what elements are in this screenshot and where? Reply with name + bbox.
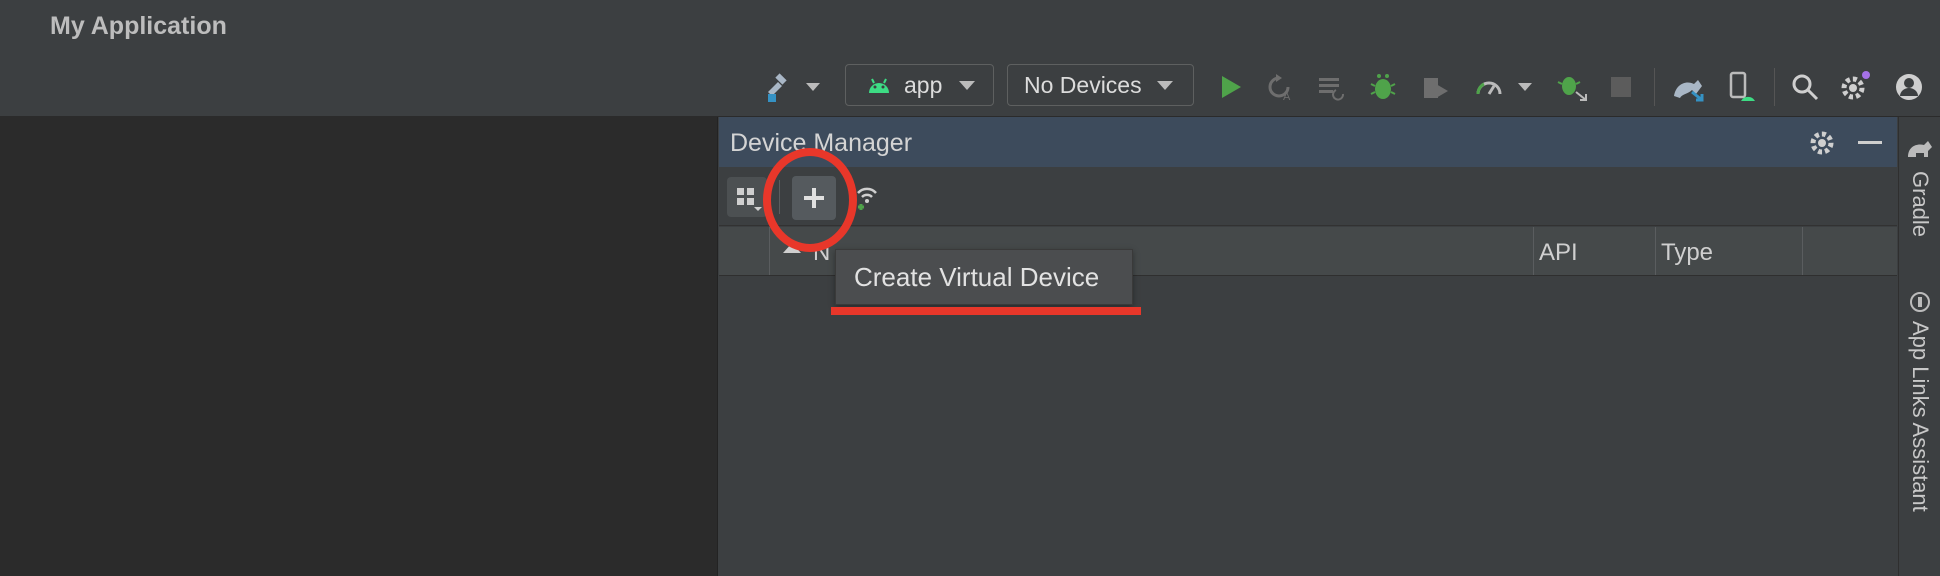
toolbar-divider — [1774, 68, 1775, 106]
column-separator — [1533, 227, 1534, 275]
group-by-icon[interactable] — [727, 177, 767, 217]
settings-icon[interactable] — [1838, 68, 1872, 104]
apply-code-changes-icon[interactable] — [1314, 70, 1348, 104]
column-type-header[interactable]: Type — [1661, 239, 1713, 267]
column-separator — [1655, 227, 1656, 275]
chevron-down-icon — [1156, 80, 1174, 91]
apply-changes-icon[interactable]: A — [1262, 70, 1296, 104]
attach-debugger-icon[interactable] — [1418, 70, 1452, 104]
android-icon — [866, 75, 892, 95]
debug-icon[interactable] — [1366, 70, 1400, 104]
app-title: My Application — [50, 12, 227, 40]
gradle-elephant-icon — [1905, 135, 1935, 165]
column-api-header[interactable]: API — [1539, 239, 1578, 267]
search-icon[interactable] — [1788, 70, 1822, 104]
sync-gradle-icon[interactable] — [1670, 70, 1708, 104]
title-bar: My Application app No Devices A — [0, 0, 1940, 117]
svg-text:A: A — [1283, 91, 1291, 102]
create-virtual-device-tooltip: Create Virtual Device — [835, 249, 1133, 305]
gradle-tab[interactable]: Gradle — [1907, 171, 1933, 237]
account-icon[interactable] — [1892, 70, 1926, 104]
device-label: No Devices — [1024, 71, 1142, 98]
right-tool-strip: Gradle App Links Assistant — [1898, 117, 1940, 576]
run-icon[interactable] — [1214, 70, 1248, 104]
gear-icon[interactable] — [1806, 127, 1838, 159]
link-icon — [1907, 289, 1933, 315]
column-separator — [769, 227, 770, 275]
stop-icon[interactable] — [1606, 72, 1636, 102]
editor-area — [0, 117, 718, 576]
device-manager-icon[interactable] — [1722, 70, 1760, 104]
profile-icon[interactable] — [1472, 70, 1506, 104]
minimize-icon[interactable] — [1854, 127, 1886, 159]
device-selector[interactable]: No Devices — [1007, 64, 1194, 106]
module-selector[interactable]: app — [845, 64, 994, 106]
attach-process-icon[interactable] — [1554, 70, 1590, 104]
device-manager-panel: Device Manager N API Type — [719, 117, 1897, 576]
app-links-assistant-tab[interactable]: App Links Assistant — [1907, 321, 1933, 512]
tooltip-text: Create Virtual Device — [854, 261, 1100, 292]
column-separator — [1802, 227, 1803, 275]
chevron-down-icon — [958, 80, 976, 91]
hammer-icon[interactable] — [760, 70, 796, 106]
chevron-down-icon[interactable] — [1514, 76, 1536, 98]
annotation-underline — [831, 307, 1141, 315]
panel-header: Device Manager — [719, 117, 1897, 167]
module-label: app — [904, 71, 943, 98]
chevron-down-icon[interactable] — [802, 76, 824, 98]
annotation-circle — [763, 148, 857, 252]
toolbar-divider — [1654, 68, 1655, 106]
panel-toolbar — [719, 168, 1897, 226]
